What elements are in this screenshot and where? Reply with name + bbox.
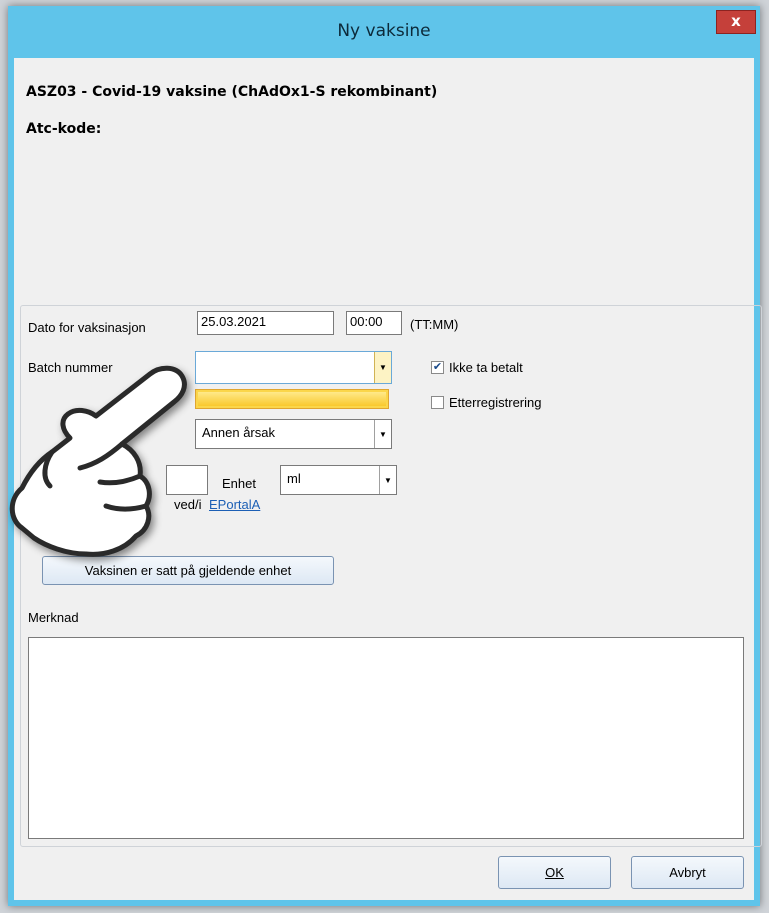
checkbox-etterregistrering[interactable] xyxy=(431,396,444,409)
cancel-label: Avbryt xyxy=(669,865,706,880)
vaccine-name: ASZ03 - Covid-19 vaksine (ChAdOx1-S reko… xyxy=(26,84,438,100)
note-label: Merknad xyxy=(28,610,79,625)
chevron-down-icon[interactable]: ▼ xyxy=(374,352,391,383)
chevron-down-icon[interactable]: ▼ xyxy=(379,466,396,494)
window-title: Ny vaksine xyxy=(337,21,431,41)
note-textarea[interactable] xyxy=(28,637,744,839)
ok-button[interactable]: OK xyxy=(498,856,611,889)
title-bar[interactable]: Ny vaksine x xyxy=(8,6,760,58)
time-input[interactable]: 00:00 xyxy=(346,311,402,335)
ok-label: OK xyxy=(545,865,564,880)
close-button[interactable]: x xyxy=(716,10,756,34)
unit-value: ml xyxy=(287,471,301,486)
etterregistrering-label[interactable]: Etterregistrering xyxy=(449,395,541,410)
time-format-hint: (TT:MM) xyxy=(410,317,459,332)
pointing-hand-icon xyxy=(9,365,187,557)
checkbox-ikke-ta-betalt[interactable]: ✔ xyxy=(431,361,444,374)
chevron-down-icon[interactable]: ▼ xyxy=(374,420,391,448)
date-input[interactable]: 25.03.2021 xyxy=(197,311,334,335)
unit-combo[interactable]: ml ▼ xyxy=(280,465,397,495)
atc-code-label: Atc-kode: xyxy=(26,121,102,137)
date-label: Dato for vaksinasjon xyxy=(28,320,146,335)
checkmark-icon: ✔ xyxy=(432,361,443,373)
cancel-button[interactable]: Avbryt xyxy=(631,856,744,889)
ikke-ta-betalt-label[interactable]: Ikke ta betalt xyxy=(449,360,523,375)
